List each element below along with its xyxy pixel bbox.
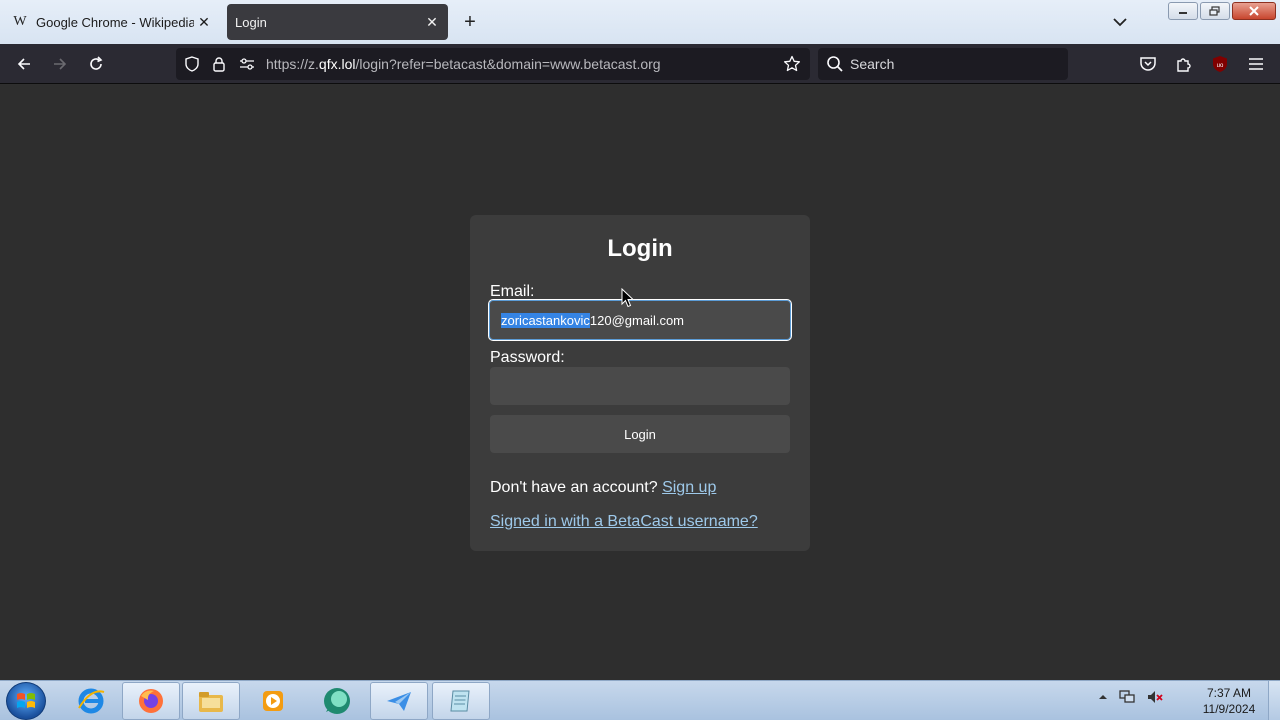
close-tab-icon[interactable]: ✕ — [422, 12, 442, 32]
messenger-taskbar-icon[interactable] — [370, 682, 428, 720]
email-unselected-text: 120@gmail.com — [589, 313, 684, 328]
start-button[interactable] — [6, 682, 46, 720]
menu-hamburger-icon[interactable] — [1244, 52, 1268, 76]
taskbar-clock[interactable]: 7:37 AM 11/9/2024 — [1190, 685, 1268, 717]
tab-strip: W Google Chrome - Wikipedia ✕ Login ✕ + — [0, 0, 1280, 44]
tab-title: Login — [235, 14, 267, 30]
network-icon[interactable] — [1118, 689, 1136, 705]
window-controls — [1168, 2, 1276, 20]
chat-app-taskbar-icon[interactable] — [308, 682, 366, 720]
lock-icon[interactable] — [210, 55, 228, 73]
windows-logo-icon — [17, 693, 35, 708]
address-bar[interactable]: https://z.qfx.lol/login?refer=betacast&d… — [176, 48, 810, 80]
back-arrow-icon[interactable] — [12, 52, 36, 76]
login-button[interactable]: Login — [490, 415, 790, 453]
pocket-icon[interactable] — [1136, 52, 1160, 76]
password-label: Password: — [490, 349, 565, 366]
show-hidden-icons-icon[interactable] — [1098, 692, 1108, 702]
extensions-puzzle-icon[interactable] — [1172, 52, 1196, 76]
tab-title: Google Chrome - Wikipedia — [36, 14, 194, 30]
tab-login[interactable]: Login ✕ — [227, 4, 448, 40]
email-selected-text: zoricastankovic — [501, 313, 590, 328]
close-tab-icon[interactable]: ✕ — [194, 12, 214, 32]
url-text[interactable]: https://z.qfx.lol/login?refer=betacast&d… — [266, 56, 661, 72]
reload-icon[interactable] — [84, 52, 108, 76]
permissions-icon[interactable] — [238, 55, 256, 73]
ublock-origin-icon[interactable]: uo — [1208, 52, 1232, 76]
system-tray — [1098, 689, 1164, 705]
forward-arrow-icon[interactable] — [48, 52, 72, 76]
signup-prompt: Don't have an account? Sign up — [490, 479, 716, 497]
login-form-card: Login Email: zoricastankovic120@gmail.co… — [470, 215, 810, 551]
new-tab-plus-icon[interactable]: + — [458, 10, 482, 34]
search-bar[interactable]: Search — [818, 48, 1068, 80]
page-content: Login Email: zoricastankovic120@gmail.co… — [0, 85, 1280, 680]
restore-icon[interactable] — [1200, 2, 1230, 20]
minimize-icon[interactable] — [1168, 2, 1198, 20]
email-field[interactable]: zoricastankovic120@gmail.com — [488, 299, 792, 341]
wikipedia-favicon-icon: W — [13, 14, 27, 29]
password-field[interactable] — [490, 367, 790, 405]
file-explorer-taskbar-icon[interactable] — [182, 682, 240, 720]
mouse-cursor-icon — [621, 288, 635, 308]
list-tabs-chevron-icon[interactable] — [1108, 10, 1132, 34]
search-placeholder: Search — [850, 56, 895, 72]
media-player-taskbar-icon[interactable] — [244, 682, 302, 720]
svg-text:uo: uo — [1217, 63, 1224, 69]
clock-time: 7:37 AM — [1206, 686, 1252, 700]
internet-explorer-taskbar-icon[interactable] — [62, 682, 120, 720]
url-prefix: https://z. — [266, 56, 319, 72]
clock-date: 11/9/2024 — [1202, 702, 1256, 716]
navigation-toolbar: https://z.qfx.lol/login?refer=betacast&d… — [0, 44, 1280, 84]
signup-link[interactable]: Sign up — [662, 479, 716, 496]
no-account-text: Don't have an account? — [490, 479, 658, 496]
betacast-username-link[interactable]: Signed in with a BetaCast username? — [490, 513, 758, 531]
url-path: /login?refer=betacast&domain=www.betacas… — [355, 56, 661, 72]
url-domain: qfx.lol — [318, 56, 356, 72]
tab-wikipedia[interactable]: W Google Chrome - Wikipedia ✕ — [4, 4, 220, 40]
firefox-taskbar-icon[interactable] — [122, 682, 180, 720]
show-desktop-button[interactable] — [1268, 681, 1280, 720]
notepad-taskbar-icon[interactable] — [432, 682, 490, 720]
tracking-shield-icon[interactable] — [183, 55, 201, 73]
windows-taskbar: 7:37 AM 11/9/2024 — [0, 680, 1280, 720]
search-icon — [827, 56, 843, 72]
volume-muted-icon[interactable] — [1146, 689, 1164, 705]
close-window-icon[interactable] — [1232, 2, 1276, 20]
email-value: zoricastankovic120@gmail.com — [501, 313, 684, 328]
page-title: Login — [607, 235, 673, 262]
bookmark-star-icon[interactable] — [783, 55, 801, 73]
